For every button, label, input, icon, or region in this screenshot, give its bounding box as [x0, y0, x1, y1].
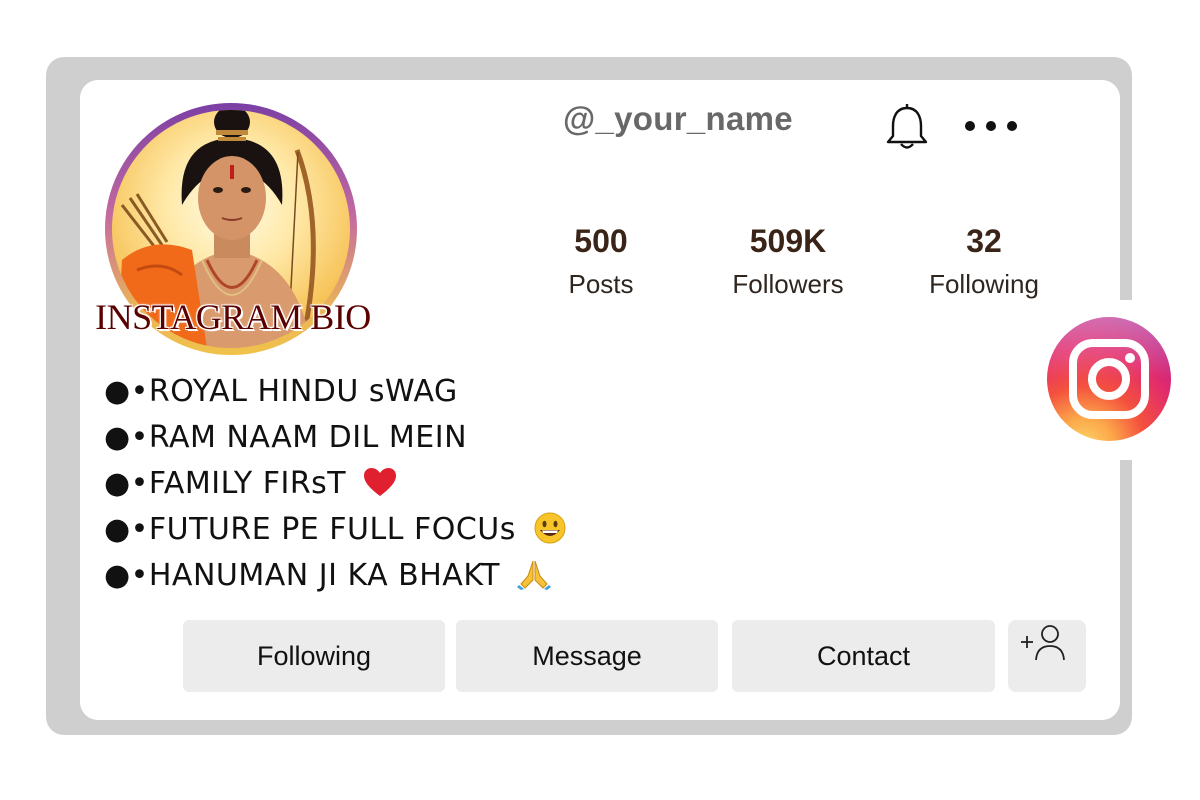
- bio-line-text: ●•HANUMAN JI KA BHAKT: [104, 558, 501, 593]
- bio-line: ●•FAMILY FIRsT: [104, 466, 398, 501]
- bio-line-text: ●•ROYAL HINDU sWAG: [104, 374, 458, 409]
- following-button[interactable]: Following: [183, 620, 445, 692]
- contact-button-label: Contact: [816, 640, 911, 671]
- bell-icon[interactable]: [884, 104, 930, 152]
- stat-posts[interactable]: 500 Posts: [516, 222, 686, 300]
- add-user-button[interactable]: [1008, 620, 1086, 692]
- username: @_your_name: [563, 100, 793, 137]
- message-button[interactable]: Message: [456, 620, 718, 692]
- avatar-caption: INSTAGRAM BIO: [95, 297, 371, 337]
- contact-button[interactable]: Contact: [732, 620, 995, 692]
- red-heart-icon: [364, 468, 397, 496]
- bio-line-text: ●•RAM NAAM DIL MEIN: [104, 420, 468, 455]
- bio-line: ●•FUTURE PE FULL FOCUs: [104, 512, 568, 547]
- instagram-logo: [1047, 317, 1171, 441]
- folded-hands-icon: [517, 560, 552, 590]
- bio-line: ●•HANUMAN JI KA BHAKT: [104, 558, 552, 593]
- stat-following-label: Following: [929, 269, 1039, 299]
- following-button-label: Following: [256, 640, 372, 671]
- stat-followers[interactable]: 509K Followers: [703, 222, 873, 300]
- stat-posts-label: Posts: [568, 269, 634, 299]
- grinning-face-icon: [534, 512, 566, 544]
- more-options-icon[interactable]: [962, 112, 1024, 140]
- stat-following-value: 32: [966, 223, 1002, 259]
- bio-line: ●•ROYAL HINDU sWAG: [104, 374, 458, 409]
- stat-followers-value: 509K: [749, 223, 827, 259]
- stat-following[interactable]: 32 Following: [899, 222, 1069, 300]
- add-user-icon: [1021, 625, 1065, 661]
- message-button-label: Message: [532, 640, 642, 671]
- stat-posts-value: 500: [574, 223, 628, 259]
- bio-line-text: ●•FUTURE PE FULL FOCUs: [104, 512, 516, 547]
- bio-line-text: ●•FAMILY FIRsT: [104, 466, 347, 501]
- stat-followers-label: Followers: [732, 269, 844, 299]
- bio-line: ●•RAM NAAM DIL MEIN: [104, 420, 467, 455]
